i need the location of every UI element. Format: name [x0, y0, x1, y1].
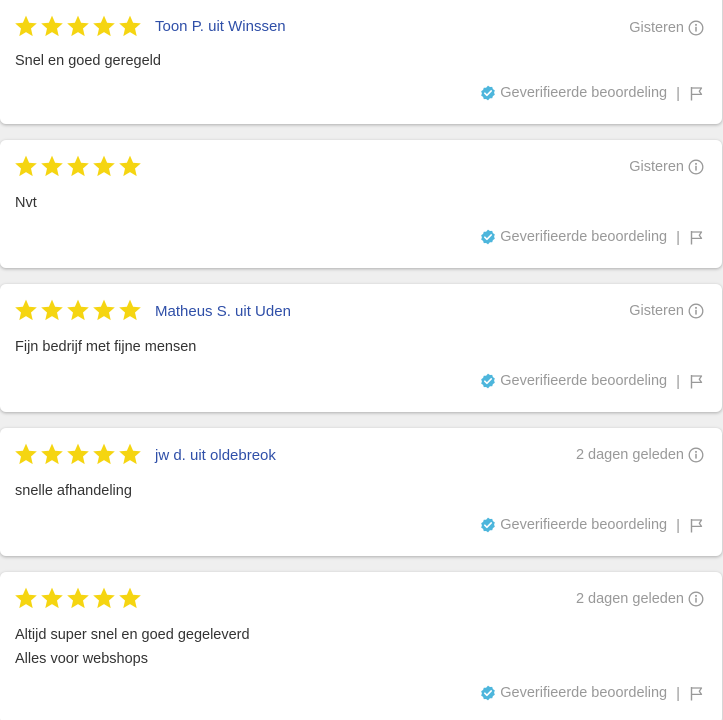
star-icon	[92, 586, 116, 610]
verified-label: Geverifieerde beoordeling	[500, 373, 668, 389]
star-icon	[14, 442, 38, 466]
info-icon[interactable]	[688, 447, 704, 463]
star-icon	[40, 154, 64, 178]
review-author[interactable]: jw d. uit oldebreok	[155, 447, 276, 464]
verified-badge-icon	[480, 517, 496, 533]
separator: |	[676, 372, 680, 390]
star-icon	[118, 586, 142, 610]
review-text-line: snelle afhandeling	[15, 483, 132, 499]
report-flag-icon[interactable]	[689, 86, 704, 101]
star-icon	[40, 14, 64, 38]
separator: |	[676, 84, 680, 102]
review-text: Snel en goed geregeld	[15, 49, 161, 73]
review-text-line: Altijd super snel en goed gegeleverd	[15, 627, 250, 643]
star-icon	[66, 154, 90, 178]
report-flag-icon[interactable]	[689, 686, 704, 701]
separator: |	[676, 516, 680, 534]
star-icon	[118, 14, 142, 38]
star-icon	[92, 14, 116, 38]
review-date: 2 dagen geleden	[575, 591, 684, 607]
star-icon	[66, 442, 90, 466]
star-icon	[40, 586, 64, 610]
star-icon	[118, 442, 142, 466]
review-card: Toon P. uit Winssen Gisteren Snel en goe…	[0, 0, 722, 124]
review-text-line: Fijn bedrijf met fijne mensen	[15, 339, 197, 355]
report-flag-icon[interactable]	[689, 374, 704, 389]
verified-badge-icon	[480, 685, 496, 701]
verified-row: Geverifieerde beoordeling |	[480, 228, 704, 246]
verified-badge-icon	[480, 85, 496, 101]
star-rating	[14, 154, 142, 178]
star-icon	[40, 298, 64, 322]
star-icon	[66, 586, 90, 610]
verified-label: Geverifieerde beoordeling	[500, 517, 668, 533]
star-icon	[14, 298, 38, 322]
verified-row: Geverifieerde beoordeling |	[480, 372, 704, 390]
review-text: Fijn bedrijf met fijne mensen	[15, 335, 196, 359]
info-icon[interactable]	[688, 591, 704, 607]
review-text-line: Nvt	[15, 195, 37, 211]
review-text: Nvt	[15, 191, 37, 215]
star-rating	[14, 298, 142, 322]
review-date: Gisteren	[629, 159, 684, 175]
verified-row: Geverifieerde beoordeling |	[480, 84, 704, 102]
separator: |	[676, 228, 680, 246]
review-text: Altijd super snel en goed gegeleverd All…	[15, 623, 250, 671]
review-text: snelle afhandeling	[15, 479, 132, 503]
report-flag-icon[interactable]	[689, 518, 704, 533]
verified-badge-icon	[480, 373, 496, 389]
review-card: Matheus S. uit Uden Gisteren Fijn bedrij…	[0, 284, 722, 412]
info-icon[interactable]	[688, 303, 704, 319]
review-date: 2 dagen geleden	[575, 447, 684, 463]
verified-row: Geverifieerde beoordeling |	[480, 684, 704, 702]
separator: |	[676, 684, 680, 702]
info-icon[interactable]	[688, 159, 704, 175]
star-rating	[14, 442, 142, 466]
review-card: jw d. uit oldebreok 2 dagen geleden snel…	[0, 428, 722, 556]
star-icon	[92, 298, 116, 322]
star-icon	[14, 14, 38, 38]
verified-label: Geverifieerde beoordeling	[500, 685, 668, 701]
star-icon	[118, 154, 142, 178]
star-icon	[66, 14, 90, 38]
verified-badge-icon	[480, 229, 496, 245]
star-rating	[14, 586, 142, 610]
review-author[interactable]: Matheus S. uit Uden	[155, 303, 291, 320]
verified-row: Geverifieerde beoordeling |	[480, 516, 704, 534]
verified-label: Geverifieerde beoordeling	[500, 85, 668, 101]
star-icon	[40, 442, 64, 466]
verified-label: Geverifieerde beoordeling	[500, 229, 668, 245]
review-author[interactable]: Toon P. uit Winssen	[155, 18, 286, 35]
review-date: Gisteren	[629, 20, 684, 36]
review-date: Gisteren	[629, 303, 684, 319]
star-icon	[92, 154, 116, 178]
star-icon	[118, 298, 142, 322]
star-icon	[14, 586, 38, 610]
review-text-line: Snel en goed geregeld	[15, 53, 161, 69]
star-icon	[92, 442, 116, 466]
star-icon	[14, 154, 38, 178]
star-icon	[66, 298, 90, 322]
review-card: Gisteren Nvt Geverifieerde beoordeling |	[0, 140, 722, 268]
review-card: 2 dagen geleden Altijd super snel en goe…	[0, 572, 722, 720]
info-icon[interactable]	[688, 20, 704, 36]
reviews-list: Toon P. uit Winssen Gisteren Snel en goe…	[0, 0, 723, 720]
review-text-line: Alles voor webshops	[15, 651, 148, 667]
star-rating	[14, 14, 142, 38]
report-flag-icon[interactable]	[689, 230, 704, 245]
